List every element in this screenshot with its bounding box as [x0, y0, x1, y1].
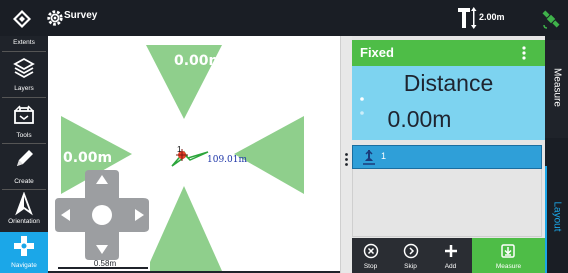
north-arrow-icon — [15, 192, 33, 216]
app-window: Survey 2.00m Extents Layers Tools Create… — [0, 0, 568, 273]
stop-button[interactable]: Stop — [352, 238, 389, 273]
pencil-icon — [17, 150, 33, 166]
pin-icon — [363, 149, 375, 165]
list-item[interactable]: 1 — [352, 145, 542, 169]
toolbar-item-tools[interactable]: Tools — [0, 98, 48, 142]
gear-icon[interactable] — [46, 9, 64, 27]
skip-circle-icon — [403, 243, 419, 259]
target-top-distance: 0.00m — [174, 53, 224, 69]
drag-handle-icon — [345, 153, 348, 166]
point-list: 1 — [352, 140, 545, 238]
action-label: Skip — [404, 263, 417, 270]
fix-status-bar: Fixed — [352, 40, 545, 66]
mode-label[interactable]: Survey — [64, 10, 97, 21]
layers-icon — [13, 57, 35, 79]
scale-bar-label: 0.58m — [93, 259, 117, 268]
point-number-label: 1 — [177, 145, 182, 154]
measure-button[interactable]: Measure — [472, 238, 545, 273]
measure-panel: Fixed Distance 0.00m 1 Stop Skip Add Mea… — [352, 36, 545, 273]
list-empty-area — [352, 169, 542, 237]
toolbar-item-label: Extents — [13, 39, 35, 46]
dpad-down-button[interactable] — [95, 242, 109, 256]
toolbox-icon — [14, 105, 34, 124]
target-triangle-bottom — [146, 186, 222, 271]
measure-value: 0.00m — [387, 106, 452, 132]
dpad-up-button[interactable] — [95, 173, 109, 187]
action-label: Add — [444, 263, 457, 270]
measure-download-icon — [501, 244, 515, 258]
toolbar-item-extents[interactable]: Extents — [0, 36, 48, 50]
list-item-number: 1 — [381, 151, 387, 161]
side-tabs: Measure Layout — [545, 36, 568, 273]
action-bar: Stop Skip Add Measure — [352, 238, 545, 273]
left-toolbar: Extents Layers Tools Create Orientation … — [0, 36, 48, 273]
scale-bar: 0.58m — [54, 259, 150, 271]
map-view[interactable]: 0.00m 0.00m 1 109.01m 0.58m — [48, 36, 340, 273]
tab-label: Layout — [551, 201, 563, 232]
toolbar-item-navigate[interactable]: Navigate — [0, 232, 48, 273]
add-button[interactable]: Add — [432, 238, 469, 273]
action-label: Stop — [363, 263, 378, 270]
cancel-circle-icon — [363, 243, 379, 259]
toolbar-item-create[interactable]: Create — [0, 144, 48, 188]
pole-height-icon[interactable] — [456, 6, 478, 30]
toolbar-item-layers[interactable]: Layers — [0, 52, 48, 96]
distance-readout: Distance 0.00m — [352, 66, 545, 140]
measure-title: Distance — [403, 70, 494, 96]
toolbar-item-label: Create — [14, 178, 34, 185]
toolbar-item-label: Tools — [16, 132, 32, 139]
current-position-marker — [171, 149, 209, 167]
toolbar-item-label: Navigate — [11, 262, 37, 269]
fix-status-label: Fixed — [360, 45, 394, 60]
target-left-distance: 0.00m — [63, 150, 113, 166]
satellite-icon[interactable] — [540, 8, 562, 30]
layers-diamond-icon[interactable] — [12, 9, 32, 29]
point-distance-label: 109.01m — [207, 155, 248, 165]
toolbar-item-label: Layers — [14, 85, 34, 92]
plus-icon — [445, 245, 457, 257]
pole-height-value: 2.00m — [479, 12, 505, 22]
dpad-right-button[interactable] — [132, 208, 146, 222]
toolbar-item-orientation[interactable]: Orientation — [0, 190, 48, 230]
dpad-icon — [14, 236, 34, 256]
tab-layout[interactable]: Layout — [545, 166, 568, 273]
more-vert-icon[interactable] — [522, 46, 526, 60]
top-bar: Survey 2.00m — [0, 0, 568, 36]
tab-measure[interactable]: Measure — [545, 40, 568, 138]
toolbar-item-label: Orientation — [8, 218, 40, 225]
skip-button[interactable]: Skip — [392, 238, 429, 273]
action-label: Measure — [495, 263, 522, 270]
panel-splitter[interactable] — [340, 36, 352, 273]
dpad-left-button[interactable] — [59, 208, 73, 222]
tab-label: Measure — [551, 68, 563, 107]
